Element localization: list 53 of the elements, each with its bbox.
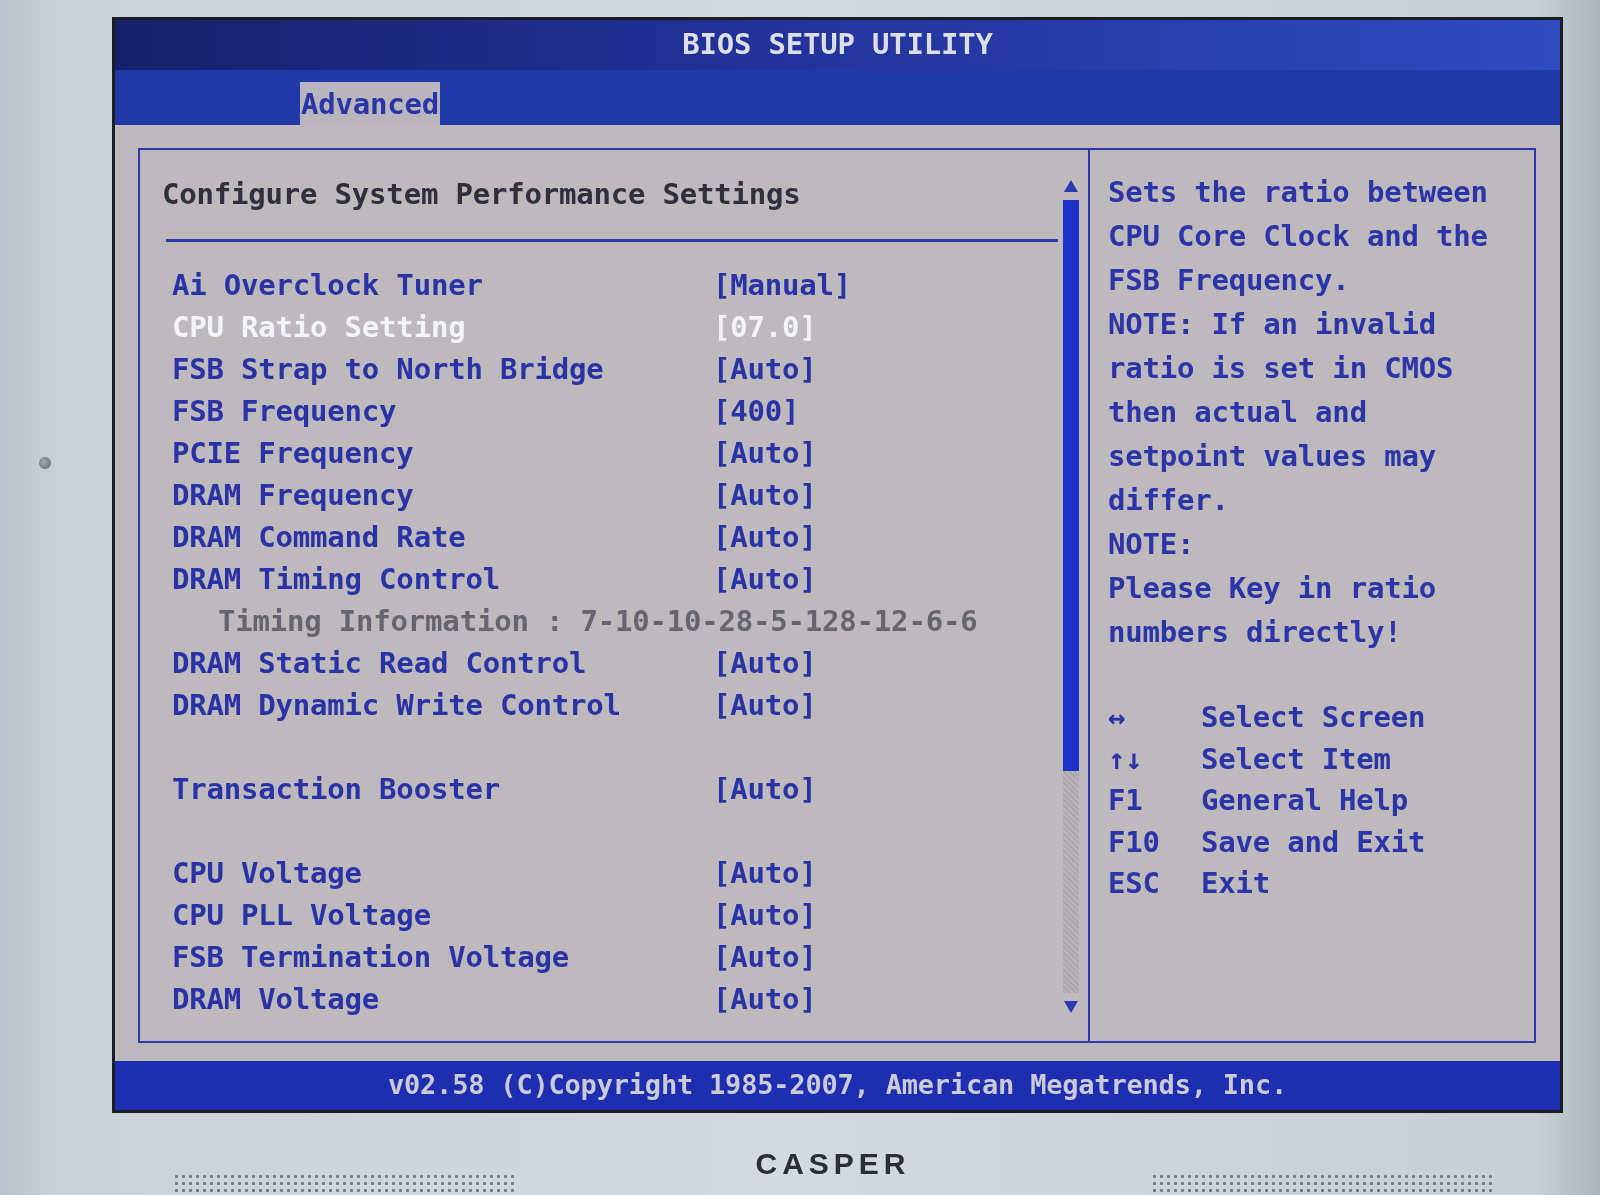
scroll-down-icon[interactable]	[1064, 1001, 1078, 1013]
help-text: NOTE: If an invalid ratio is set in CMOS then actual and setpoint values may differ.	[1108, 306, 1455, 519]
setting-value[interactable]: [Auto]	[713, 348, 817, 390]
setting-label[interactable]: DRAM Static Read Control	[172, 642, 587, 684]
setting-label[interactable]: CPU Voltage	[172, 852, 362, 894]
section-heading: Configure System Performance Settings	[162, 176, 802, 213]
setting-label[interactable]: Ai Overclock Tuner	[172, 264, 483, 306]
setting-label[interactable]: PCIE Frequency	[172, 432, 414, 474]
bios-title: BIOS SETUP UTILITY	[682, 29, 993, 61]
setting-label[interactable]: DRAM Dynamic Write Control	[172, 684, 621, 726]
setting-value[interactable]: [Auto]	[713, 894, 817, 936]
setting-value[interactable]: [Auto]	[713, 516, 817, 558]
scrollbar-track[interactable]	[1063, 200, 1079, 993]
setting-value[interactable]: [400]	[713, 390, 800, 432]
timing-info: Timing Information : 7-10-10-28-5-128-12-6-6	[218, 604, 978, 638]
setting-label[interactable]: FSB Strap to North Bridge	[172, 348, 604, 390]
scroll-up-icon[interactable]	[1064, 180, 1078, 192]
key-description: Select Item	[1201, 740, 1391, 778]
key-label: F1	[1108, 782, 1143, 819]
setting-label[interactable]: DRAM Voltage	[172, 978, 380, 1020]
brand-logo: CASPER	[755, 1148, 911, 1180]
key-description: Exit	[1201, 865, 1271, 902]
key-description: General Help	[1201, 782, 1409, 819]
setting-value[interactable]: [Auto]	[713, 432, 817, 474]
setting-value[interactable]: [Auto]	[713, 936, 817, 978]
setting-label[interactable]: Transaction Booster	[172, 768, 500, 810]
help-text: NOTE:	[1108, 526, 1196, 563]
setting-label[interactable]: DRAM Frequency	[172, 474, 414, 516]
key-label: ↑↓	[1108, 740, 1143, 778]
key-description: Save and Exit	[1201, 823, 1426, 861]
setting-label[interactable]: FSB Termination Voltage	[172, 936, 569, 978]
setting-value[interactable]: [Auto]	[713, 684, 817, 726]
setting-value[interactable]: [Auto]	[713, 558, 817, 600]
copyright-text: v02.58 (C)Copyright 1985-2007, American Megatrends, Inc.	[387, 1069, 1288, 1102]
screw-icon	[39, 457, 51, 469]
setting-value[interactable]: [Auto]	[713, 852, 817, 894]
key-label: ↔	[1108, 699, 1126, 736]
menu-tab[interactable]: Advanced	[300, 82, 441, 125]
setting-label[interactable]: DRAM Command Rate	[172, 516, 466, 558]
setting-value[interactable]: [Auto]	[713, 642, 817, 684]
key-description: Select Screen	[1201, 699, 1426, 736]
help-text: Sets the ratio between CPU Core Clock and the FSB Frequency.	[1108, 174, 1489, 299]
setting-value[interactable]: [Auto]	[713, 474, 817, 516]
setting-label[interactable]: DRAM Timing Control	[172, 558, 500, 600]
setting-label[interactable]: FSB Frequency	[172, 390, 397, 432]
help-text: Please Key in ratio numbers directly!	[1108, 570, 1437, 651]
key-label: ESC	[1108, 865, 1160, 902]
setting-label[interactable]: CPU PLL Voltage	[172, 894, 431, 936]
setting-value[interactable]: [Auto]	[713, 768, 817, 810]
key-label: F10	[1108, 823, 1160, 861]
setting-value[interactable]: [Manual]	[713, 264, 852, 306]
setting-value[interactable]: [Auto]	[713, 978, 817, 1020]
scrollbar-thumb[interactable]	[1063, 200, 1079, 771]
